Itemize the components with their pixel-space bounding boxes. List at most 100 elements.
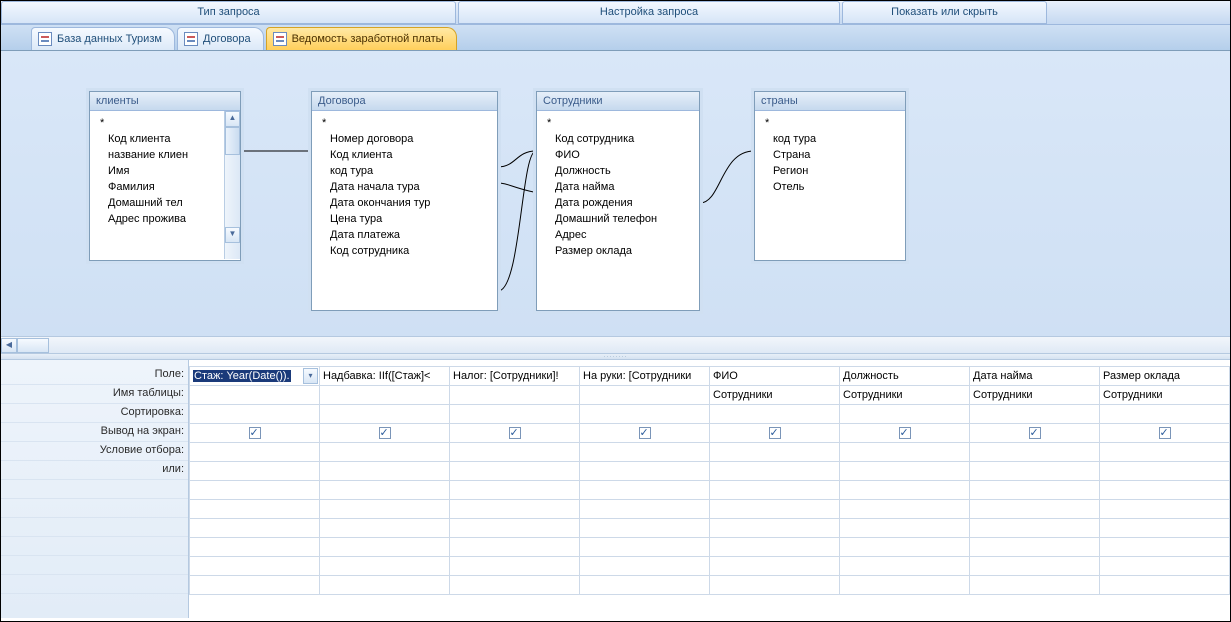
grid-cell-sort[interactable] bbox=[970, 404, 1100, 423]
scroll-down-icon[interactable]: ▼ bbox=[225, 227, 240, 243]
checkbox-icon[interactable] bbox=[249, 427, 261, 439]
field[interactable]: Дата начала тура bbox=[330, 179, 493, 195]
grid-cell-or[interactable] bbox=[970, 461, 1100, 480]
field[interactable]: код тура bbox=[330, 163, 493, 179]
field[interactable]: Должность bbox=[555, 163, 695, 179]
grid-cell-or[interactable] bbox=[320, 461, 450, 480]
query-designer-pane[interactable]: клиенты * Код клиента название клиен Имя… bbox=[1, 51, 1230, 336]
grid-cell-criteria[interactable] bbox=[450, 442, 580, 461]
grid-cell-show[interactable] bbox=[320, 423, 450, 442]
grid-cell-field[interactable]: Надбавка: IIf([Стаж]< bbox=[320, 366, 450, 385]
grid-cell-or[interactable] bbox=[580, 461, 710, 480]
grid-cell-criteria[interactable] bbox=[190, 442, 320, 461]
field[interactable]: Домашний тел bbox=[108, 195, 236, 211]
grid-cell-or[interactable] bbox=[840, 461, 970, 480]
checkbox-icon[interactable] bbox=[639, 427, 651, 439]
field[interactable]: Дата платежа bbox=[330, 227, 493, 243]
field[interactable]: Размер оклада bbox=[555, 243, 695, 259]
grid-cell-table[interactable]: Сотрудники bbox=[710, 385, 840, 404]
grid-cell-sort[interactable] bbox=[580, 404, 710, 423]
field-pk[interactable]: код тура bbox=[773, 131, 901, 147]
grid-cell-field[interactable]: ФИО bbox=[710, 366, 840, 385]
grid-cell-criteria[interactable] bbox=[970, 442, 1100, 461]
table-countries[interactable]: страны * код тура Страна Регион Отель bbox=[754, 91, 906, 261]
scrollbar-vertical[interactable]: ▲ ▼ bbox=[224, 111, 240, 259]
designer-hscroll[interactable]: ◀ bbox=[1, 336, 1230, 353]
grid-cell-sort[interactable] bbox=[840, 404, 970, 423]
field[interactable]: Страна bbox=[773, 147, 901, 163]
tab-database[interactable]: База данных Туризм bbox=[31, 27, 175, 50]
star-all-fields[interactable]: * bbox=[765, 115, 901, 131]
field[interactable]: Отель bbox=[773, 179, 901, 195]
grid-cell-field[interactable]: На руки: [Сотрудники bbox=[580, 366, 710, 385]
grid-cell-sort[interactable] bbox=[190, 404, 320, 423]
table-clients[interactable]: клиенты * Код клиента название клиен Имя… bbox=[89, 91, 241, 261]
grid-cell-table[interactable]: Сотрудники bbox=[1100, 385, 1230, 404]
grid-cell-field[interactable]: Должность bbox=[840, 366, 970, 385]
scroll-up-icon[interactable]: ▲ bbox=[225, 111, 240, 127]
field[interactable]: Адрес bbox=[555, 227, 695, 243]
grid-cell-or[interactable] bbox=[710, 461, 840, 480]
ribbon-group-query-setup[interactable]: Настройка запроса bbox=[458, 1, 840, 24]
grid-cell-or[interactable] bbox=[190, 461, 320, 480]
checkbox-icon[interactable] bbox=[899, 427, 911, 439]
checkbox-icon[interactable] bbox=[509, 427, 521, 439]
grid-cell-or[interactable] bbox=[1100, 461, 1230, 480]
scroll-left-icon[interactable]: ◀ bbox=[1, 338, 17, 353]
grid-cell-field[interactable]: Стаж: Year(Date()). ▾ bbox=[190, 366, 320, 385]
grid-cell-show[interactable] bbox=[1100, 423, 1230, 442]
checkbox-icon[interactable] bbox=[1159, 427, 1171, 439]
ribbon-group-query-type[interactable]: Тип запроса bbox=[1, 1, 456, 24]
grid-cell-show[interactable] bbox=[710, 423, 840, 442]
grid-cell-table[interactable] bbox=[190, 385, 320, 404]
field[interactable]: Домашний телефон bbox=[555, 211, 695, 227]
star-all-fields[interactable]: * bbox=[100, 115, 236, 131]
grid-cell-table[interactable] bbox=[320, 385, 450, 404]
field[interactable]: Код сотрудника bbox=[330, 243, 493, 259]
grid-cell-criteria[interactable] bbox=[580, 442, 710, 461]
grid-cell-show[interactable] bbox=[580, 423, 710, 442]
field[interactable]: Регион bbox=[773, 163, 901, 179]
checkbox-icon[interactable] bbox=[379, 427, 391, 439]
pane-splitter[interactable]: ········ bbox=[1, 353, 1230, 360]
grid-cell-criteria[interactable] bbox=[710, 442, 840, 461]
grid-cell-field[interactable]: Дата найма bbox=[970, 366, 1100, 385]
grid-cell-field[interactable]: Размер оклада bbox=[1100, 366, 1230, 385]
checkbox-icon[interactable] bbox=[769, 427, 781, 439]
field[interactable]: Дата рождения bbox=[555, 195, 695, 211]
field[interactable]: ФИО bbox=[555, 147, 695, 163]
qbe-table[interactable]: Стаж: Year(Date()). ▾ Надбавка: IIf([Ста… bbox=[189, 360, 1230, 595]
grid-cell-show[interactable] bbox=[840, 423, 970, 442]
grid-cell-criteria[interactable] bbox=[1100, 442, 1230, 461]
field[interactable]: Код клиента bbox=[330, 147, 493, 163]
field[interactable]: Адрес прожива bbox=[108, 211, 236, 227]
table-employees[interactable]: Сотрудники * Код сотрудника ФИО Должност… bbox=[536, 91, 700, 311]
field[interactable]: название клиен bbox=[108, 147, 236, 163]
grid-cell-criteria[interactable] bbox=[320, 442, 450, 461]
field-pk[interactable]: Номер договора bbox=[330, 131, 493, 147]
field[interactable]: Дата найма bbox=[555, 179, 695, 195]
grid-cell-sort[interactable] bbox=[1100, 404, 1230, 423]
tab-contracts[interactable]: Договора bbox=[177, 27, 264, 50]
table-contracts[interactable]: Договора * Номер договора Код клиента ко… bbox=[311, 91, 498, 311]
star-all-fields[interactable]: * bbox=[547, 115, 695, 131]
grid-cell-table[interactable]: Сотрудники bbox=[840, 385, 970, 404]
checkbox-icon[interactable] bbox=[1029, 427, 1041, 439]
dropdown-icon[interactable]: ▾ bbox=[303, 368, 318, 384]
grid-cell-criteria[interactable] bbox=[840, 442, 970, 461]
grid-cell-table[interactable] bbox=[580, 385, 710, 404]
field[interactable]: Имя bbox=[108, 163, 236, 179]
grid-cell-or[interactable] bbox=[450, 461, 580, 480]
grid-cell-sort[interactable] bbox=[320, 404, 450, 423]
grid-cell-show[interactable] bbox=[450, 423, 580, 442]
scroll-thumb[interactable] bbox=[17, 338, 49, 353]
field[interactable]: Фамилия bbox=[108, 179, 236, 195]
grid-cell-table[interactable]: Сотрудники bbox=[970, 385, 1100, 404]
tab-payroll[interactable]: Ведомость заработной платы bbox=[266, 27, 457, 50]
ribbon-group-show-hide[interactable]: Показать или скрыть bbox=[842, 1, 1047, 24]
star-all-fields[interactable]: * bbox=[322, 115, 493, 131]
grid-cell-field[interactable]: Налог: [Сотрудники]! bbox=[450, 366, 580, 385]
grid-cell-sort[interactable] bbox=[450, 404, 580, 423]
grid-cell-table[interactable] bbox=[450, 385, 580, 404]
grid-cell-sort[interactable] bbox=[710, 404, 840, 423]
